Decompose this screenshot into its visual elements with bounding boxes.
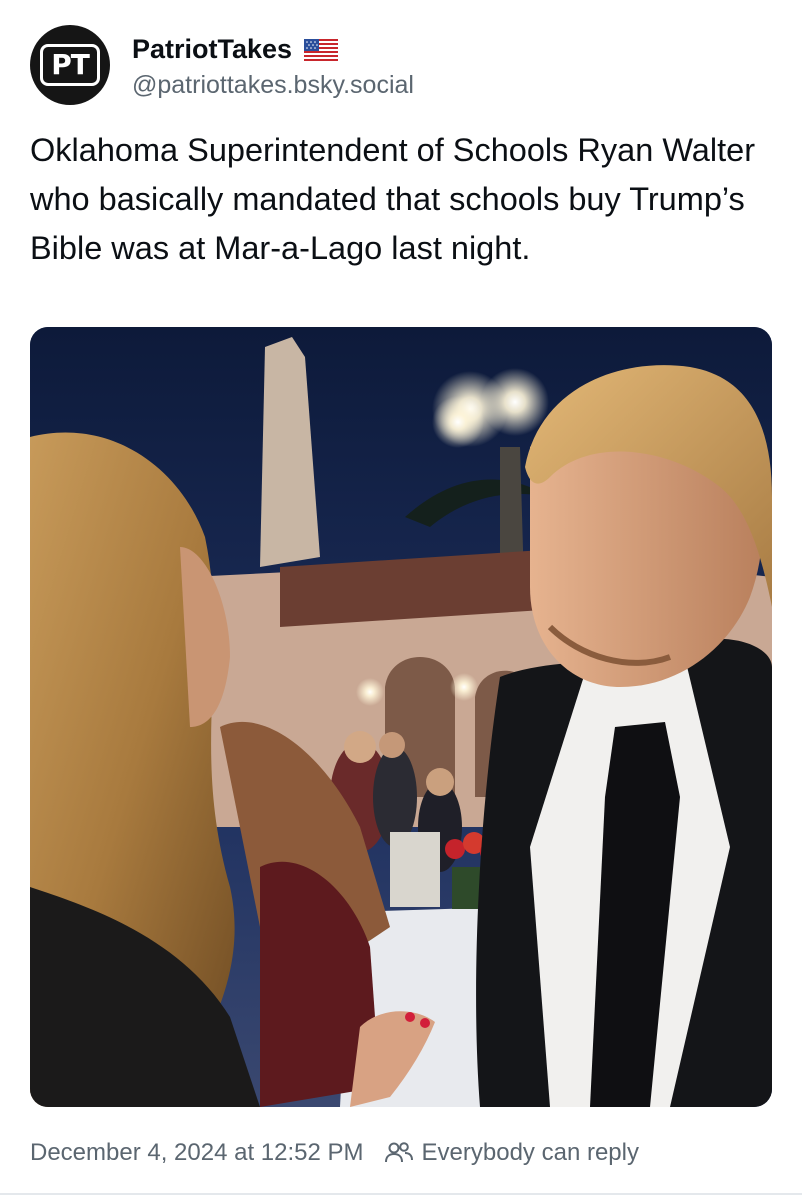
display-name-row: PatriotTakes	[132, 31, 414, 69]
post-image[interactable]	[30, 327, 772, 1107]
post-card: PT PatriotTakes @patriottakes.bsky.socia…	[0, 0, 802, 1200]
reply-setting[interactable]: Everybody can reply	[422, 1139, 639, 1167]
avatar[interactable]: PT	[30, 25, 110, 105]
avatar-initials: PT	[40, 44, 100, 86]
post-text: Oklahoma Superintendent of Schools Ryan …	[30, 132, 756, 266]
post-footer: December 4, 2024 at 12:52 PM Everybody c…	[30, 1134, 639, 1172]
display-name[interactable]: PatriotTakes	[132, 34, 292, 65]
post-timestamp[interactable]: December 4, 2024 at 12:52 PM	[30, 1139, 364, 1167]
us-flag-icon	[304, 38, 339, 61]
divider	[0, 1193, 802, 1195]
people-icon	[384, 1142, 413, 1163]
photo-image	[30, 327, 772, 1107]
post-header: PT PatriotTakes @patriottakes.bsky.socia…	[30, 25, 414, 105]
author-handle[interactable]: @patriottakes.bsky.social	[132, 71, 414, 100]
author-info: PatriotTakes @patriottakes.bsky.social	[132, 31, 414, 100]
